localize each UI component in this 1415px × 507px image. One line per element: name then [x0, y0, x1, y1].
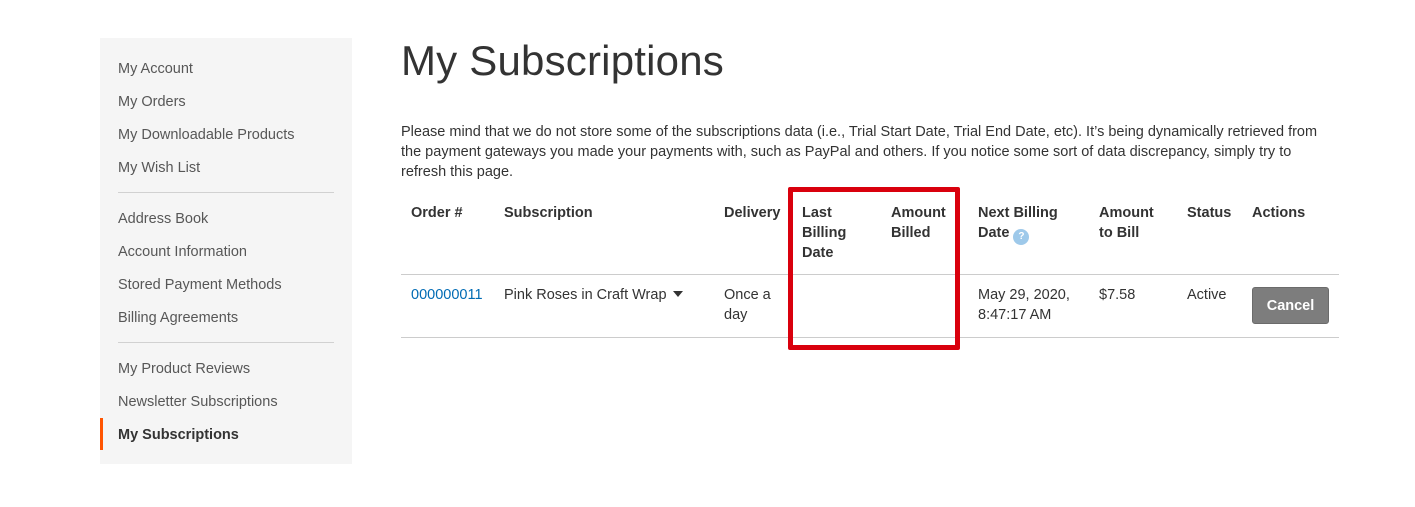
page-title: My Subscriptions [401, 37, 724, 84]
table-row-divider [401, 337, 1339, 338]
cancel-subscription-button[interactable]: Cancel [1252, 287, 1329, 324]
delivery-cell: Once a day [724, 287, 771, 323]
table-header-divider [401, 274, 1339, 275]
order-number-link[interactable]: 000000011 [411, 287, 483, 303]
subscription-cell: Pink Roses in Craft Wrap [504, 285, 683, 305]
column-header-order: Order # [411, 205, 463, 221]
help-icon[interactable]: ? [1013, 229, 1030, 245]
subscription-name: Pink Roses in Craft Wrap [504, 287, 667, 303]
account-sidebar: My Account My Orders My Downloadable Pro… [100, 38, 352, 464]
sidebar-item-billing-agreements[interactable]: Billing Agreements [118, 309, 238, 327]
caret-down-icon[interactable] [672, 291, 683, 297]
order-cell: 000000011 [411, 285, 483, 305]
sidebar-item-my-subscriptions[interactable]: My Subscriptions [118, 426, 239, 444]
sidebar-item-account-information[interactable]: Account Information [118, 243, 247, 261]
data-notice-text: Please mind that we do not store some of… [401, 124, 1318, 180]
column-header-next-billing-date: Next Billing Date? [978, 203, 1078, 245]
sidebar-item-stored-payment-methods[interactable]: Stored Payment Methods [118, 276, 282, 294]
sidebar-item-address-book[interactable]: Address Book [118, 210, 208, 228]
amount-to-bill-cell: $7.58 [1099, 287, 1136, 303]
subscriptions-table: Order # Subscription Delivery Last Billi… [401, 200, 1339, 340]
column-header-last-billing-date: Last Billing Date [802, 205, 847, 261]
sidebar-item-my-product-reviews[interactable]: My Product Reviews [118, 360, 250, 378]
column-header-status: Status [1187, 205, 1232, 221]
column-header-subscription: Subscription [504, 205, 593, 221]
sidebar-divider [118, 342, 334, 343]
sidebar-item-newsletter-subscriptions[interactable]: Newsletter Subscriptions [118, 393, 278, 411]
column-header-amount-to-bill: Amount to Bill [1099, 205, 1154, 241]
sidebar-divider [118, 192, 334, 193]
sidebar-item-my-wish-list[interactable]: My Wish List [118, 159, 200, 177]
sidebar-item-my-orders[interactable]: My Orders [118, 93, 186, 111]
column-header-delivery: Delivery [724, 205, 781, 221]
status-cell: Active [1187, 287, 1227, 303]
sidebar-item-my-account[interactable]: My Account [118, 60, 193, 78]
column-header-actions: Actions [1252, 205, 1306, 221]
sidebar-active-indicator [100, 418, 103, 450]
sidebar-item-my-downloadable-products[interactable]: My Downloadable Products [118, 126, 295, 144]
column-header-amount-billed: Amount Billed [891, 205, 946, 241]
next-billing-date-cell: May 29, 2020, 8:47:17 AM [978, 287, 1070, 323]
